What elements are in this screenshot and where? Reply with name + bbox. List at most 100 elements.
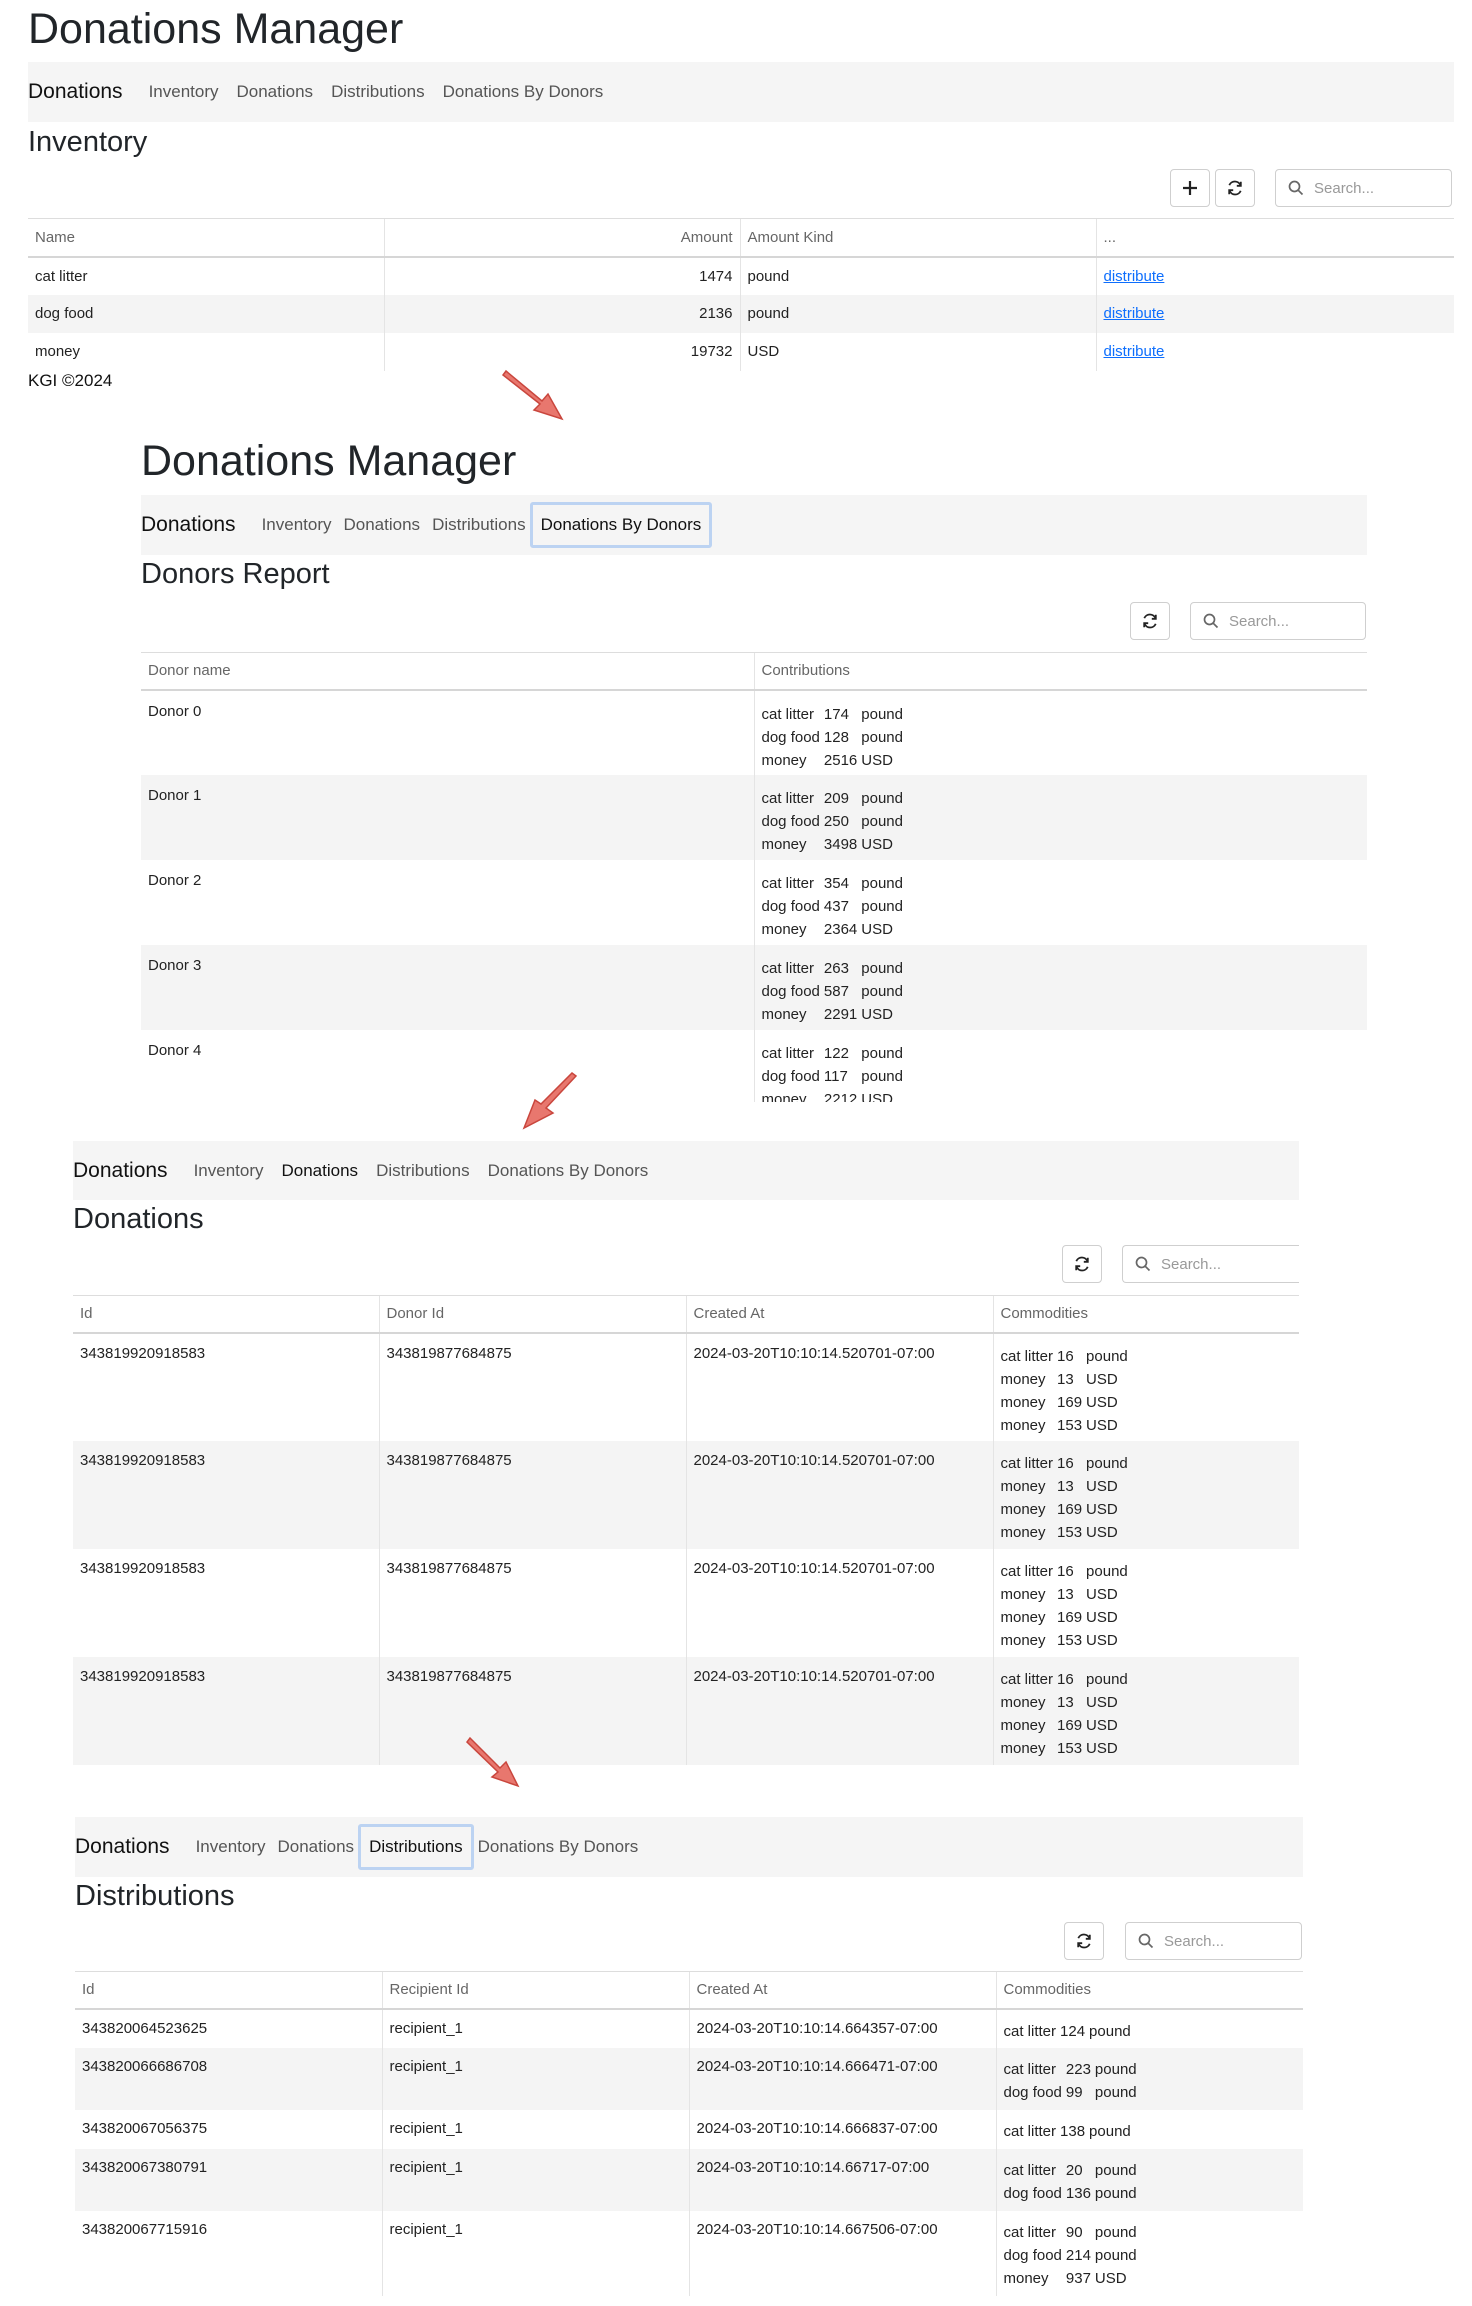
column-header-created-at[interactable]: Created At (688, 1971, 996, 2010)
commodity-unit: pound (1086, 1347, 1128, 1365)
commodity-unit: pound (861, 812, 903, 830)
commodity-amount: 250 (823, 812, 849, 830)
cell-amount-kind: pound (739, 256, 1096, 295)
distribute-link[interactable]: distribute (1104, 343, 1165, 360)
nav-link-distributions[interactable]: Distributions (331, 82, 425, 102)
refresh-button[interactable] (1130, 602, 1170, 640)
table-row: 343820067380791 recipient_1 2024-03-20T1… (75, 2148, 1303, 2211)
column-header-commodities[interactable]: Commodities (995, 1971, 1303, 2010)
search-input[interactable]: Search... (1122, 1245, 1299, 1283)
cell-name: cat litter (35, 267, 88, 285)
nav-link-inventory[interactable]: Inventory (194, 1161, 264, 1181)
refresh-button[interactable] (1064, 1922, 1104, 1960)
nav-link-distributions[interactable]: Distributions (376, 1161, 470, 1181)
column-header-name[interactable]: Name (28, 218, 384, 258)
commodity-amount: 128 (823, 728, 849, 746)
commodity-amount: 2212 (823, 1090, 858, 1103)
commodity-name: cat litter (1003, 2060, 1057, 2078)
commodity-name: cat litter (761, 874, 815, 892)
commodity-amount: 153 (1057, 1739, 1083, 1757)
commodity-unit: pound (861, 874, 903, 892)
refresh-icon (1077, 1933, 1091, 1949)
page-title: Inventory (28, 126, 148, 158)
cell-recipient-id: recipient_1 (381, 2148, 689, 2211)
column-header-recipient-id[interactable]: Recipient Id (381, 1971, 689, 2010)
nav-brand[interactable]: Donations (28, 80, 123, 104)
commodity-name: dog food (1003, 2184, 1062, 2202)
nav-brand[interactable]: Donations (75, 1835, 170, 1859)
cell-donor-id: 343819877684875 (378, 1656, 686, 1765)
column-header-actions: ... (1095, 218, 1454, 258)
commodity-amount: 354 (823, 874, 849, 892)
search-input[interactable]: Search... (1190, 602, 1366, 640)
nav-link-inventory[interactable]: Inventory (149, 82, 219, 102)
commodity-unit: USD (1094, 2269, 1127, 2287)
commodity-unit: USD (1086, 1416, 1118, 1434)
commodity-amount: 169 (1057, 1500, 1083, 1518)
table-row: 343820066686708 recipient_1 2024-03-20T1… (75, 2047, 1303, 2110)
refresh-button[interactable] (1062, 1245, 1102, 1283)
cell-amount-kind: USD (739, 332, 1096, 371)
commodity-amount: 13 (1057, 1693, 1074, 1711)
nav-link-donations-by-donors[interactable]: Donations By Donors (488, 1161, 649, 1181)
commodity-name: money (1003, 2269, 1049, 2287)
distribute-link[interactable]: distribute (1104, 268, 1165, 285)
column-header-donor-name[interactable]: Donor name (141, 652, 754, 691)
nav-link-inventory[interactable]: Inventory (196, 1837, 266, 1857)
column-header-created-at[interactable]: Created At (685, 1295, 993, 1334)
search-icon (1288, 180, 1304, 196)
commodity-name: cat litter (761, 789, 815, 807)
nav-link-donations-by-donors[interactable]: Donations By Donors (478, 1837, 639, 1857)
commodity-unit: USD (861, 920, 893, 938)
cell-recipient-id: recipient_1 (381, 2008, 689, 2048)
commodity-amount: 153 (1057, 1631, 1083, 1649)
commodity-unit: pound (861, 705, 903, 723)
nav-link-donations-by-donors[interactable]: Donations By Donors (443, 82, 604, 102)
column-header-id[interactable]: Id (73, 1295, 379, 1334)
commodity-name: money (1000, 1608, 1046, 1626)
column-header-donor-id[interactable]: Donor Id (378, 1295, 686, 1334)
cell-created-at: 2024-03-20T10:10:14.666837-07:00 (688, 2109, 996, 2149)
nav-link-donations[interactable]: Donations (344, 515, 421, 535)
column-header-amount[interactable]: Amount (383, 218, 740, 258)
nav-link-distributions[interactable]: Distributions (358, 1824, 474, 1870)
table-row: money 19732 USD distribute (28, 332, 1454, 371)
nav-link-donations[interactable]: Donations (282, 1161, 359, 1181)
table-row: cat litter 1474 pound distribute (28, 256, 1454, 295)
nav-link-inventory[interactable]: Inventory (262, 515, 332, 535)
cell-donor-id: 343819877684875 (378, 1548, 686, 1657)
nav-brand[interactable]: Donations (73, 1159, 168, 1183)
nav-link-donations[interactable]: Donations (237, 82, 314, 102)
nav-link-donations[interactable]: Donations (278, 1837, 355, 1857)
table-row: 343820067056375 recipient_1 2024-03-20T1… (75, 2109, 1303, 2149)
search-input[interactable]: Search... (1275, 169, 1452, 207)
commodity-amount: 122 (823, 1044, 849, 1062)
nav-link-distributions[interactable]: Distributions (432, 515, 526, 535)
donors-table-viewport[interactable]: Donor name Contributions Donor 0 cat lit… (141, 652, 1367, 1102)
column-header-amount-kind[interactable]: Amount Kind (739, 218, 1096, 258)
cell-created-at: 2024-03-20T10:10:14.520701-07:00 (685, 1656, 993, 1765)
cell-amount-kind: pound (739, 294, 1096, 333)
commodity-name: money (761, 751, 807, 769)
refresh-icon (1075, 1256, 1089, 1272)
app-title: Donations Manager (28, 5, 404, 53)
nav-brand[interactable]: Donations (141, 513, 236, 537)
column-header-id[interactable]: Id (75, 1971, 382, 2010)
distribute-link[interactable]: distribute (1104, 305, 1165, 322)
commodity-unit: pound (861, 897, 903, 915)
column-header-contributions[interactable]: Contributions (753, 652, 1367, 691)
commodity-amount: 587 (823, 982, 849, 1000)
commodity-unit: pound (1094, 2184, 1137, 2202)
commodity-amount: 16 (1057, 1670, 1074, 1688)
search-input[interactable]: Search... (1125, 1922, 1302, 1960)
nav-link-donations-by-donors[interactable]: Donations By Donors (529, 502, 713, 548)
commodity-name: dog food (761, 897, 820, 915)
column-header-commodities[interactable]: Commodities (992, 1295, 1299, 1334)
commodity-unit: pound (1094, 2161, 1137, 2179)
cell-created-at: 2024-03-20T10:10:14.520701-07:00 (685, 1548, 993, 1657)
refresh-button[interactable] (1215, 169, 1255, 207)
add-button[interactable] (1170, 169, 1210, 207)
navbar: Donations Inventory Donations Distributi… (141, 495, 1367, 555)
commodity-amount: 136 (1065, 2184, 1091, 2202)
commodity-unit: pound (1094, 2060, 1137, 2078)
